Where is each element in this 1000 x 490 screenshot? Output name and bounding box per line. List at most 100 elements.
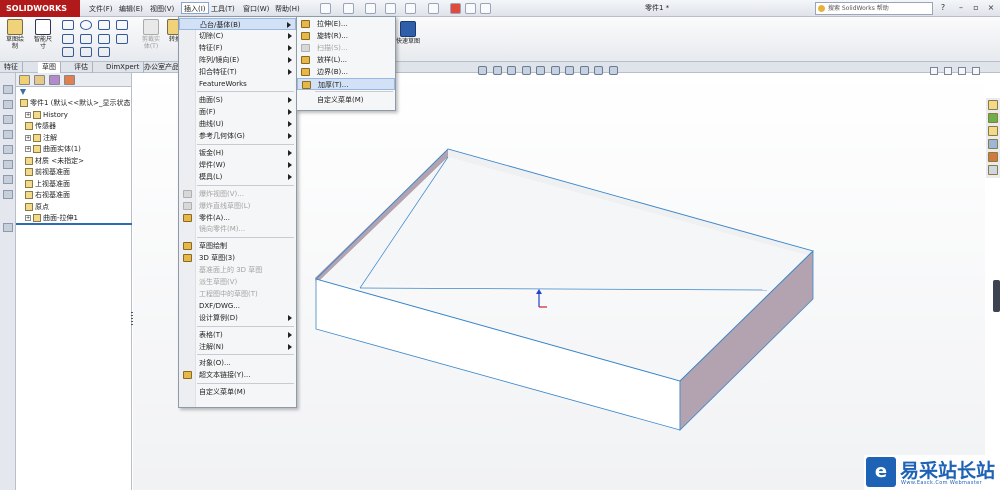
menu-item[interactable]: 曲面(S) bbox=[179, 94, 296, 106]
minimize-button[interactable]: – bbox=[955, 3, 967, 14]
display-style-icon[interactable] bbox=[550, 66, 560, 75]
menu-item[interactable]: 扫描(S)... bbox=[297, 42, 395, 54]
menu-item[interactable]: 注解(N) bbox=[179, 341, 296, 353]
help-search-input[interactable]: 搜索 SolidWorks 帮助 bbox=[815, 2, 933, 15]
tree-item[interactable]: 前视基准面 bbox=[25, 167, 70, 178]
menu-2[interactable]: 视图(V) bbox=[150, 3, 174, 15]
design-library-icon[interactable] bbox=[988, 113, 998, 123]
menu-item[interactable]: 3D 草图(3) bbox=[179, 252, 296, 264]
menu-item[interactable]: 超文本链接(Y)... bbox=[179, 369, 296, 381]
rectangle-icon[interactable] bbox=[62, 34, 74, 44]
menu-item[interactable]: 曲线(U) bbox=[179, 118, 296, 130]
menu-5[interactable]: 窗口(W) bbox=[243, 3, 269, 15]
tab-2[interactable]: 评估 bbox=[70, 62, 93, 73]
task-pane-handle[interactable] bbox=[993, 280, 1000, 312]
menu-item[interactable]: 放样(L)... bbox=[297, 54, 395, 66]
menu-item[interactable]: 焊件(W) bbox=[179, 159, 296, 171]
appearance-icon[interactable] bbox=[3, 115, 13, 124]
tree-item[interactable]: 上视基准面 bbox=[25, 179, 70, 190]
rebuild-icon[interactable] bbox=[450, 3, 461, 14]
rollback-bar[interactable] bbox=[16, 223, 132, 225]
menu-item[interactable]: 爆炸直线草图(L) bbox=[179, 200, 296, 212]
open-doc-icon[interactable] bbox=[343, 3, 354, 14]
menu-item[interactable]: 加厚(T)... bbox=[297, 77, 395, 90]
text-icon[interactable] bbox=[116, 34, 128, 44]
expand-icon[interactable]: + bbox=[25, 215, 31, 221]
menu-item[interactable]: 切除(C) bbox=[179, 30, 296, 42]
menu-item[interactable]: 参考几何体(G) bbox=[179, 130, 296, 142]
undo-icon[interactable] bbox=[405, 3, 416, 14]
config-icon[interactable] bbox=[3, 100, 13, 109]
close-button[interactable]: × bbox=[985, 3, 997, 14]
tree-item[interactable]: 传感器 bbox=[25, 121, 56, 132]
menu-item[interactable]: 边界(B)... bbox=[297, 66, 395, 78]
expand-icon[interactable]: + bbox=[25, 146, 31, 152]
menu-3[interactable]: 插入(I) bbox=[181, 2, 209, 14]
tree-item[interactable]: 右视基准面 bbox=[25, 190, 70, 201]
view-orientation-icon[interactable] bbox=[536, 66, 546, 75]
menu-item[interactable]: 派生草图(V) bbox=[179, 276, 296, 288]
menu-item[interactable]: 自定义菜单(M) bbox=[179, 386, 296, 398]
menu-0[interactable]: 文件(F) bbox=[89, 3, 113, 15]
appearances-icon[interactable] bbox=[988, 152, 998, 162]
config-manager-tab-icon[interactable] bbox=[49, 75, 60, 85]
dim-icon[interactable] bbox=[3, 130, 13, 139]
menu-4[interactable]: 工具(T) bbox=[211, 3, 235, 15]
quick-snaps-button[interactable]: 快速草图 bbox=[395, 21, 421, 45]
menu-item[interactable]: 草图绘制 bbox=[179, 240, 296, 252]
table-icon[interactable] bbox=[3, 223, 13, 232]
tab-1[interactable]: 草图 bbox=[38, 62, 61, 73]
menu-item[interactable]: 工程图中的草图(T) bbox=[179, 288, 296, 300]
trim-entities-button[interactable]: 剪裁实体(T) bbox=[140, 19, 162, 50]
help-question-icon[interactable]: ? bbox=[937, 3, 949, 14]
hide-show-icon[interactable] bbox=[565, 66, 575, 75]
property-manager-tab-icon[interactable] bbox=[34, 75, 45, 85]
slot-icon[interactable] bbox=[62, 47, 74, 57]
display-manager-tab-icon[interactable] bbox=[64, 75, 75, 85]
view-settings-icon[interactable] bbox=[608, 66, 618, 75]
file-explorer-icon[interactable] bbox=[988, 126, 998, 136]
menu-item[interactable]: FeatureWorks bbox=[179, 78, 296, 90]
tree-item[interactable]: 材质 <未指定> bbox=[25, 156, 84, 167]
tab-0[interactable]: 特征 bbox=[0, 62, 23, 73]
point-icon[interactable] bbox=[116, 20, 128, 30]
expand-icon[interactable]: + bbox=[25, 111, 31, 118]
smart-dimension-button[interactable]: 智能尺寸 bbox=[32, 19, 54, 50]
plane-icon[interactable] bbox=[3, 160, 13, 169]
tree-item[interactable]: 原点 bbox=[25, 202, 49, 213]
menu-item[interactable]: 设计算例(D) bbox=[179, 312, 296, 324]
plane-icon[interactable] bbox=[3, 190, 13, 199]
menu-item[interactable]: 基准面上的 3D 草图 bbox=[179, 264, 296, 276]
viewport-tile-icon[interactable] bbox=[944, 67, 952, 75]
zoom-area-icon[interactable] bbox=[492, 66, 502, 75]
view-palette-icon[interactable] bbox=[988, 139, 998, 149]
sketch-button[interactable]: 草图绘制 bbox=[4, 19, 26, 50]
menu-item[interactable]: DXF/DWG... bbox=[179, 300, 296, 312]
tree-item[interactable]: + History bbox=[25, 110, 68, 121]
new-doc-icon[interactable] bbox=[320, 3, 331, 14]
fillet-icon[interactable] bbox=[98, 34, 110, 44]
edit-appearance-icon[interactable] bbox=[579, 66, 589, 75]
menu-item[interactable]: 表格(T) bbox=[179, 329, 296, 341]
tree-item[interactable]: + 注解 bbox=[25, 133, 57, 144]
expand-icon[interactable]: + bbox=[25, 134, 31, 141]
options-icon[interactable] bbox=[480, 3, 491, 14]
apply-scene-icon[interactable] bbox=[594, 66, 604, 75]
custom-props-icon[interactable] bbox=[988, 165, 998, 175]
menu-item[interactable]: 钣金(H) bbox=[179, 147, 296, 159]
viewport-close-icon[interactable] bbox=[972, 67, 980, 75]
menu-item[interactable]: 爆炸视图(V)... bbox=[179, 188, 296, 200]
menu-item[interactable]: 阵列/镜向(E) bbox=[179, 54, 296, 66]
feature-tree-tab-icon[interactable] bbox=[19, 75, 30, 85]
viewport-minimize-icon[interactable] bbox=[930, 67, 938, 75]
menu-6[interactable]: 帮助(H) bbox=[275, 3, 300, 15]
ellipse-icon[interactable] bbox=[98, 47, 110, 57]
menu-item[interactable]: 模具(L) bbox=[179, 171, 296, 183]
save-icon[interactable] bbox=[365, 3, 376, 14]
menu-item[interactable]: 特征(F) bbox=[179, 42, 296, 54]
menu-1[interactable]: 编辑(E) bbox=[119, 3, 143, 15]
filter-icon[interactable] bbox=[20, 89, 26, 95]
menu-item[interactable]: 拉伸(E)... bbox=[297, 18, 395, 30]
zoom-fit-icon[interactable] bbox=[478, 66, 487, 75]
menu-item[interactable]: 镜向零件(M)... bbox=[179, 223, 296, 235]
